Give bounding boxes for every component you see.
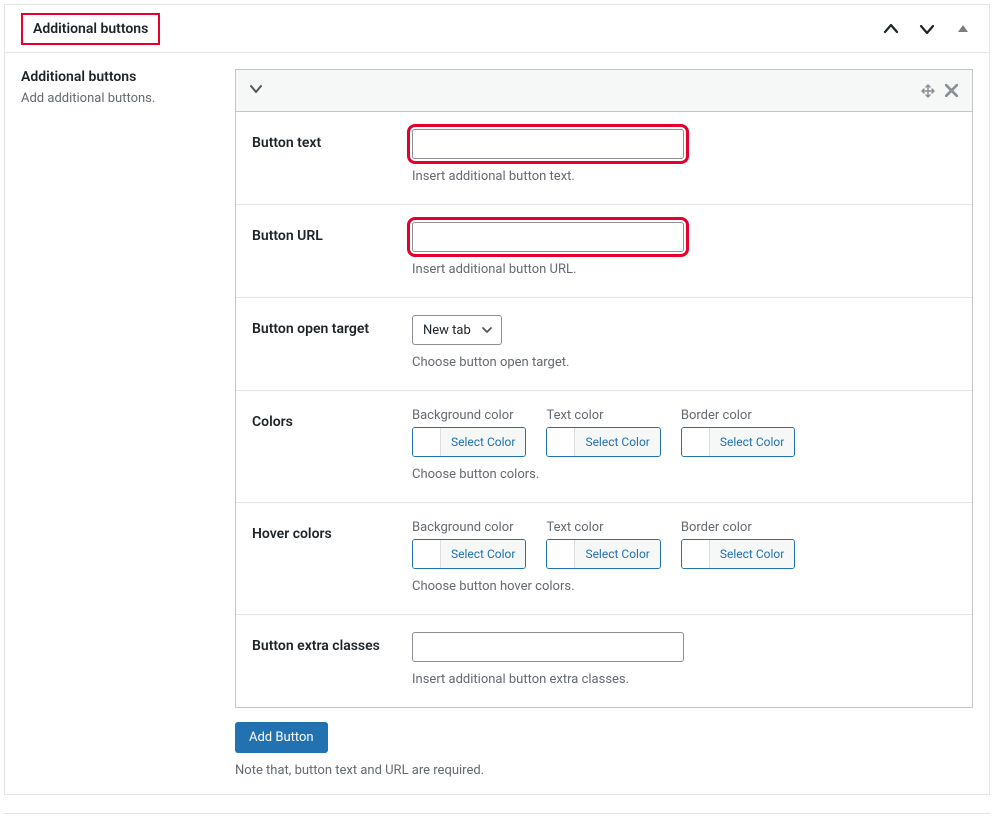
hover-text-color-label: Text color xyxy=(546,520,660,535)
open-target-selected: New tab xyxy=(423,323,471,338)
button-url-hint: Insert additional button URL. xyxy=(412,262,956,277)
hover-border-color-swatch xyxy=(682,540,710,568)
hover-border-color-picker[interactable]: Select Color xyxy=(681,539,795,569)
text-color-swatch xyxy=(547,428,575,456)
additional-buttons-panel: Additional buttons Additional buttons Ad… xyxy=(4,4,990,795)
repeater-header xyxy=(236,70,972,112)
divider xyxy=(4,813,990,814)
chevron-down-icon[interactable] xyxy=(917,19,937,39)
open-target-hint: Choose button open target. xyxy=(412,355,956,370)
bg-color-picker[interactable]: Select Color xyxy=(412,427,526,457)
close-icon[interactable] xyxy=(945,84,958,97)
hover-colors-hint: Choose button hover colors. xyxy=(412,579,956,594)
hover-text-color-group: Text color Select Color xyxy=(546,520,660,569)
open-target-select[interactable]: New tab xyxy=(412,315,502,345)
hover-border-color-button: Select Color xyxy=(710,540,794,568)
bg-color-group: Background color Select Color xyxy=(412,408,526,457)
hover-bg-color-label: Background color xyxy=(412,520,526,535)
open-target-label: Button open target xyxy=(252,315,412,370)
hover-border-color-label: Border color xyxy=(681,520,795,535)
panel-title-highlight: Additional buttons xyxy=(21,13,160,45)
hover-bg-color-swatch xyxy=(413,540,441,568)
button-url-row: Button URL Insert additional button URL. xyxy=(236,205,972,298)
text-color-button: Select Color xyxy=(575,428,659,456)
colors-row: Colors Background color Select Color xyxy=(236,391,972,503)
border-color-picker[interactable]: Select Color xyxy=(681,427,795,457)
button-text-label: Button text xyxy=(252,129,412,184)
button-text-input[interactable] xyxy=(412,129,684,159)
chevron-up-icon[interactable] xyxy=(881,19,901,39)
extra-classes-input[interactable] xyxy=(412,632,684,662)
border-color-group: Border color Select Color xyxy=(681,408,795,457)
border-color-swatch xyxy=(682,428,710,456)
hover-bg-color-picker[interactable]: Select Color xyxy=(412,539,526,569)
colors-label: Colors xyxy=(252,408,412,482)
hover-bg-color-group: Background color Select Color xyxy=(412,520,526,569)
hover-text-color-button: Select Color xyxy=(575,540,659,568)
text-color-label: Text color xyxy=(546,408,660,423)
open-target-row: Button open target New tab Choose button… xyxy=(236,298,972,391)
move-icon[interactable] xyxy=(921,84,935,98)
button-url-input[interactable] xyxy=(412,222,684,252)
bg-color-button: Select Color xyxy=(441,428,525,456)
button-repeater-item: Button text Insert additional button tex… xyxy=(235,69,973,708)
border-color-label: Border color xyxy=(681,408,795,423)
panel-content: Additional buttons Add additional button… xyxy=(5,53,989,794)
extra-classes-row: Button extra classes Insert additional b… xyxy=(236,615,972,707)
button-text-hint: Insert additional button text. xyxy=(412,169,956,184)
sidebar-title: Additional buttons xyxy=(21,69,219,85)
border-color-button: Select Color xyxy=(710,428,794,456)
sidebar: Additional buttons Add additional button… xyxy=(5,69,235,778)
chevron-down-icon xyxy=(481,324,493,336)
bg-color-label: Background color xyxy=(412,408,526,423)
extra-classes-hint: Insert additional button extra classes. xyxy=(412,672,956,687)
hover-bg-color-button: Select Color xyxy=(441,540,525,568)
hover-colors-row: Hover colors Background color Select Col… xyxy=(236,503,972,615)
hover-text-color-picker[interactable]: Select Color xyxy=(546,539,660,569)
extra-classes-label: Button extra classes xyxy=(252,632,412,687)
panel-header: Additional buttons xyxy=(5,5,989,53)
button-text-row: Button text Insert additional button tex… xyxy=(236,112,972,205)
colors-hint: Choose button colors. xyxy=(412,467,956,482)
collapse-icon[interactable] xyxy=(953,19,973,39)
sidebar-description: Add additional buttons. xyxy=(21,91,219,106)
text-color-picker[interactable]: Select Color xyxy=(546,427,660,457)
button-url-label: Button URL xyxy=(252,222,412,277)
hover-text-color-swatch xyxy=(547,540,575,568)
main-area: Button text Insert additional button tex… xyxy=(235,69,989,778)
bg-color-swatch xyxy=(413,428,441,456)
add-button[interactable]: Add Button xyxy=(235,722,328,753)
collapse-toggle-icon[interactable] xyxy=(250,83,262,99)
footer-note: Note that, button text and URL are requi… xyxy=(235,763,973,778)
hover-border-color-group: Border color Select Color xyxy=(681,520,795,569)
panel-title: Additional buttons xyxy=(33,21,148,37)
hover-colors-label: Hover colors xyxy=(252,520,412,594)
panel-header-actions xyxy=(881,19,973,39)
text-color-group: Text color Select Color xyxy=(546,408,660,457)
